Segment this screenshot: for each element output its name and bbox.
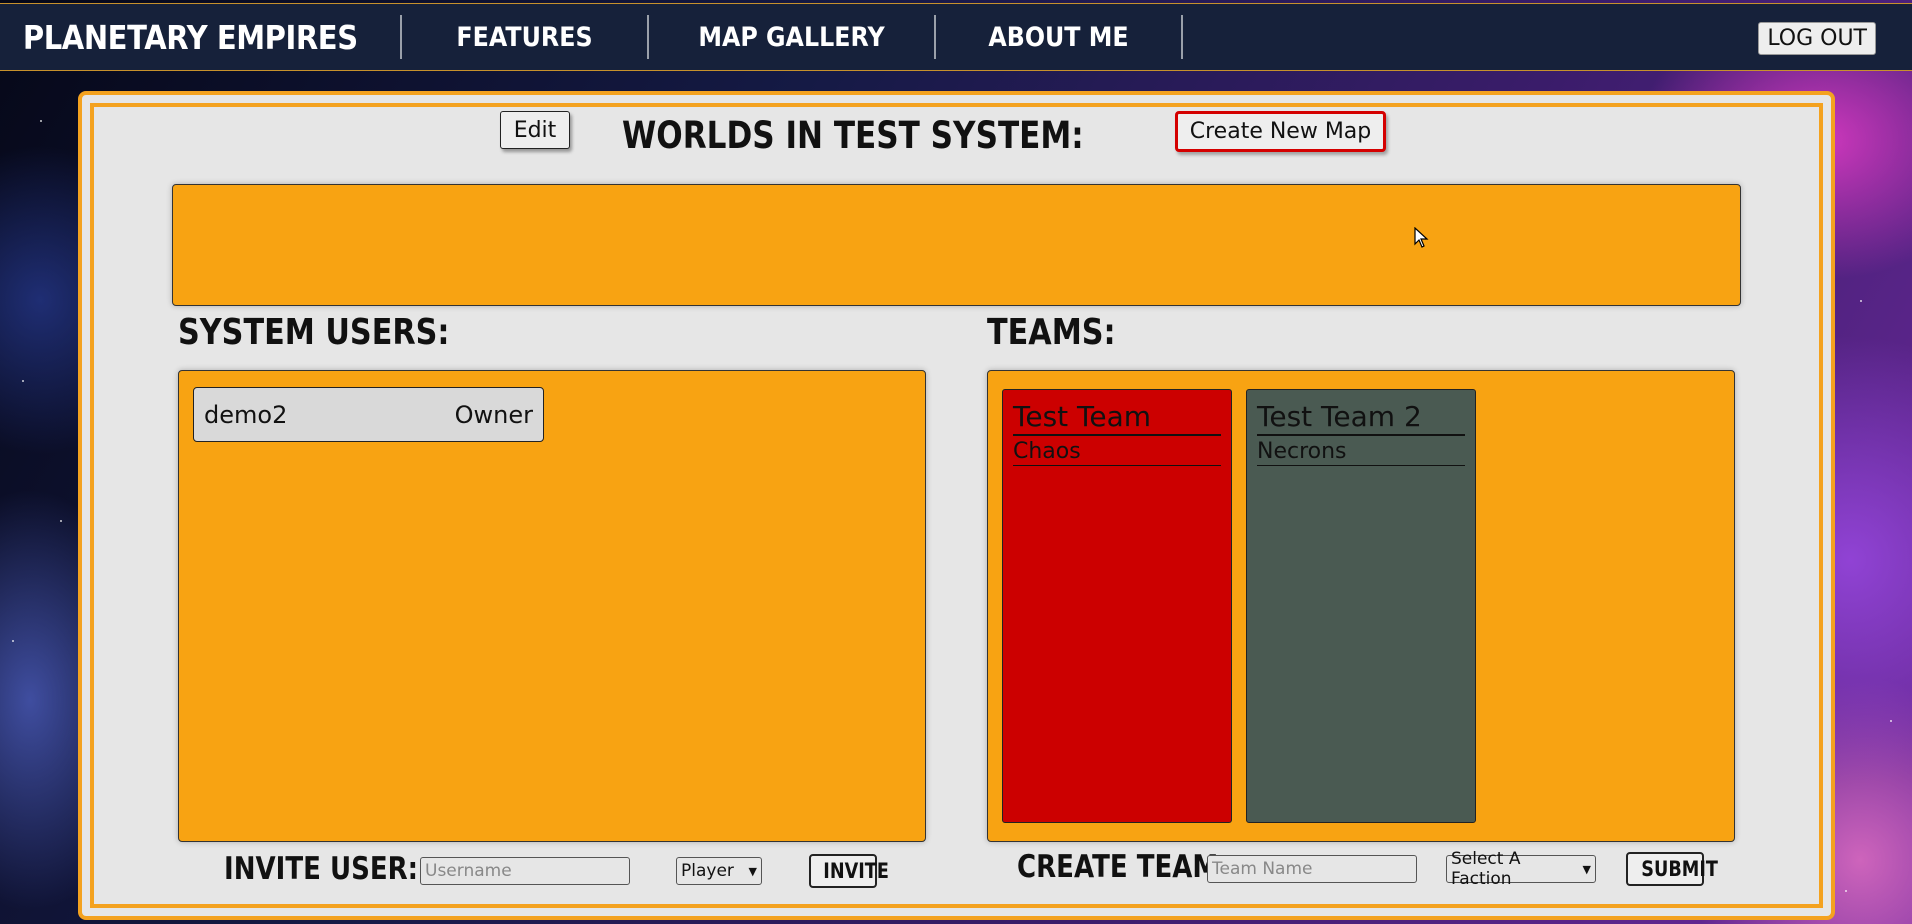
nav-item-map-gallery[interactable]: MAP GALLERY — [666, 22, 917, 53]
team-name-input[interactable] — [1207, 855, 1417, 883]
chevron-down-icon: ▼ — [748, 864, 757, 878]
invite-button[interactable]: INVITE — [809, 854, 889, 888]
user-name: demo2 — [204, 400, 288, 429]
user-row[interactable]: demo2 Owner — [193, 387, 544, 442]
nav-item-about-me[interactable]: ABOUT ME — [951, 22, 1167, 53]
invite-user-label: INVITE USER: — [224, 851, 419, 887]
create-new-map-button[interactable]: Create New Map — [1175, 111, 1386, 152]
role-select-value: Player — [681, 861, 734, 881]
create-team-label: CREATE TEAM: — [1017, 849, 1229, 885]
nav-divider — [400, 15, 402, 59]
user-role: Owner — [454, 400, 533, 429]
top-navbar: PLANETARY EMPIRES FEATURES MAP GALLERY A… — [0, 3, 1912, 71]
nav-divider — [1181, 15, 1183, 59]
chevron-down-icon: ▼ — [1582, 862, 1591, 876]
team-card[interactable]: Test Team 2 Necrons — [1246, 389, 1476, 823]
team-faction: Chaos — [1013, 439, 1221, 466]
page-title: WORLDS IN TEST SYSTEM: — [622, 114, 1084, 157]
username-input[interactable] — [420, 857, 630, 885]
system-users-heading: SYSTEM USERS: — [178, 312, 450, 353]
logout-button[interactable]: LOG OUT — [1758, 22, 1876, 55]
edit-button[interactable]: Edit — [500, 111, 570, 149]
mouse-cursor-icon — [1414, 227, 1429, 248]
submit-button-label: SUBMIT — [1641, 857, 1718, 881]
submit-button[interactable]: SUBMIT — [1626, 852, 1718, 886]
faction-select[interactable]: Select A Faction ▼ — [1446, 849, 1596, 889]
team-name: Test Team 2 — [1257, 400, 1465, 436]
role-select[interactable]: Player ▼ — [676, 857, 762, 885]
users-list: demo2 Owner — [178, 370, 926, 842]
team-card[interactable]: Test Team Chaos — [1002, 389, 1232, 823]
nav-divider — [934, 15, 936, 59]
nav-divider — [647, 15, 649, 59]
teams-list: Test Team Chaos Test Team 2 Necrons — [987, 370, 1735, 842]
invite-button-label: INVITE — [823, 859, 889, 883]
nav-item-features[interactable]: FEATURES — [417, 22, 633, 53]
brand-logo[interactable]: PLANETARY EMPIRES — [0, 18, 358, 57]
faction-select-value: Select A Faction — [1451, 849, 1521, 889]
team-faction: Necrons — [1257, 439, 1465, 466]
team-name: Test Team — [1013, 400, 1221, 436]
teams-heading: TEAMS: — [987, 312, 1116, 353]
worlds-list — [172, 184, 1741, 306]
